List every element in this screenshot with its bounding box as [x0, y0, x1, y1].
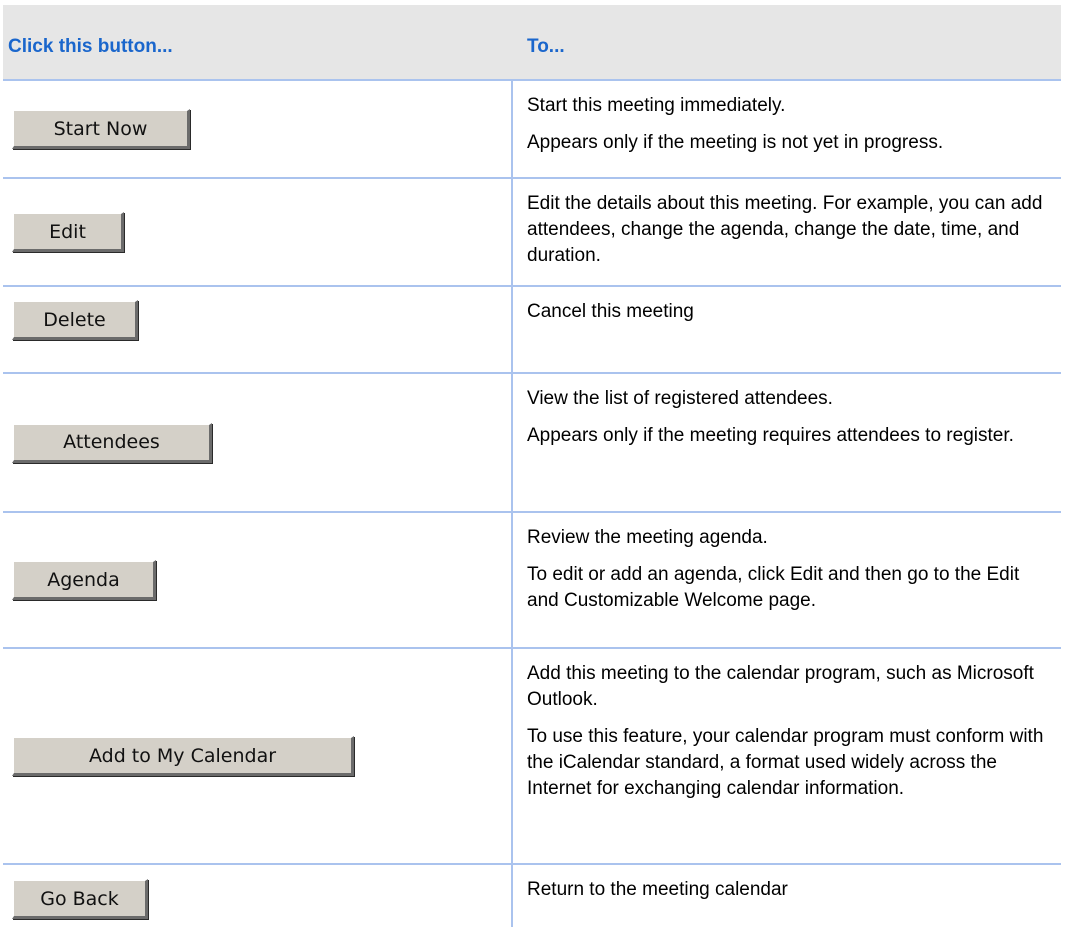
button-reference-table: Click this button... To... Start Now Sta…	[3, 5, 1061, 927]
table-row: Start Now Start this meeting immediately…	[3, 81, 1061, 179]
description-text: To use this feature, your calendar progr…	[527, 726, 1044, 799]
header-click-this-button: Click this button...	[8, 36, 173, 57]
description-text: Start this meeting immediately.	[527, 95, 786, 116]
add-to-my-calendar-button[interactable]: Add to My Calendar	[12, 736, 354, 776]
description-cell: View the list of registered attendees. A…	[511, 374, 1061, 511]
button-cell: Delete	[3, 287, 511, 372]
table-row: Add to My Calendar Add this meeting to t…	[3, 649, 1061, 865]
table-row: Go Back Return to the meeting calendar	[3, 865, 1061, 927]
description-cell: Cancel this meeting	[511, 287, 1061, 372]
description-text: Return to the meeting calendar	[527, 879, 788, 900]
button-cell: Agenda	[3, 513, 511, 647]
description-text: Edit the details about this meeting. For…	[527, 193, 1043, 266]
table-row: Attendees View the list of registered at…	[3, 374, 1061, 513]
description-text: Appears only if the meeting is not yet i…	[527, 132, 944, 153]
go-back-button[interactable]: Go Back	[12, 879, 148, 919]
table-row: Edit Edit the details about this meeting…	[3, 179, 1061, 287]
description-cell: Add this meeting to the calendar program…	[511, 649, 1061, 863]
start-now-button[interactable]: Start Now	[12, 109, 190, 149]
table-header: Click this button... To...	[3, 5, 1061, 81]
delete-button[interactable]: Delete	[12, 300, 138, 340]
description-cell: Edit the details about this meeting. For…	[511, 179, 1061, 285]
description-text: Add this meeting to the calendar program…	[527, 663, 1034, 710]
header-to: To...	[527, 36, 565, 57]
description-text: To edit or add an agenda, click Edit and…	[527, 564, 1020, 611]
table-row: Agenda Review the meeting agenda. To edi…	[3, 513, 1061, 649]
button-cell: Edit	[3, 179, 511, 285]
agenda-button[interactable]: Agenda	[12, 560, 156, 600]
edit-button[interactable]: Edit	[12, 212, 124, 252]
table-row: Delete Cancel this meeting	[3, 287, 1061, 374]
button-cell: Add to My Calendar	[3, 649, 511, 863]
button-cell: Start Now	[3, 81, 511, 177]
description-cell: Review the meeting agenda. To edit or ad…	[511, 513, 1061, 647]
description-text: Appears only if the meeting requires att…	[527, 425, 1014, 446]
description-text: View the list of registered attendees.	[527, 388, 833, 409]
button-cell: Attendees	[3, 374, 511, 511]
description-cell: Return to the meeting calendar	[511, 865, 1061, 927]
description-text: Cancel this meeting	[527, 301, 694, 322]
button-cell: Go Back	[3, 865, 511, 927]
attendees-button[interactable]: Attendees	[12, 422, 212, 463]
description-text: Review the meeting agenda.	[527, 527, 768, 548]
description-cell: Start this meeting immediately. Appears …	[511, 81, 1061, 177]
